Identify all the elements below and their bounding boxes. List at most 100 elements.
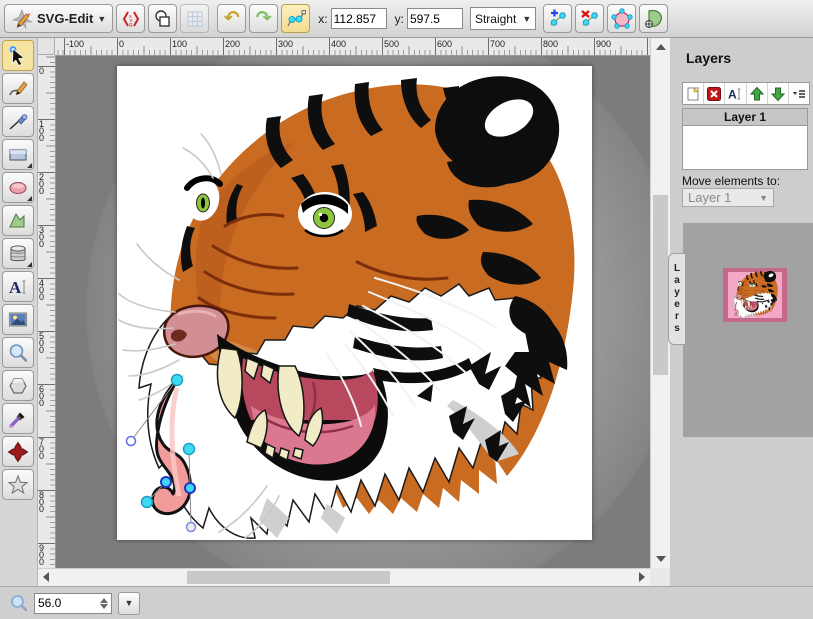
zoom-icon: [10, 594, 28, 612]
path-node[interactable]: [142, 497, 153, 508]
canvas-workspace[interactable]: [55, 55, 650, 568]
redo-button[interactable]: ↷: [249, 4, 278, 33]
layers-side-tab[interactable]: Layers: [668, 253, 685, 345]
tool-ellipse[interactable]: [2, 172, 34, 203]
add-node-button[interactable]: [543, 4, 572, 33]
zoom-dropdown-caret-icon: ▼: [125, 598, 134, 608]
delete-node-button[interactable]: [575, 4, 604, 33]
tool-palette: A: [0, 38, 38, 586]
tool-image[interactable]: [2, 304, 34, 335]
x-input[interactable]: [331, 8, 387, 29]
close-path-button[interactable]: [607, 4, 636, 33]
close-path-icon: [611, 8, 633, 30]
scroll-right-icon[interactable]: [639, 572, 645, 582]
grid-icon: [185, 9, 205, 29]
add-layer-button[interactable]: [683, 83, 704, 104]
segment-type-select[interactable]: Straight ▼: [470, 7, 536, 30]
path-control-point[interactable]: [127, 437, 136, 446]
pencil-icon: [7, 78, 29, 100]
layer-down-button[interactable]: [768, 83, 789, 104]
horizontal-scroll-thumb[interactable]: [187, 571, 390, 584]
path-node[interactable]: [161, 477, 171, 487]
image-icon: [7, 309, 29, 331]
path-node[interactable]: [185, 483, 195, 493]
main-menu-button[interactable]: SVG-Edit ▼: [4, 4, 113, 33]
move-target-value: Layer 1: [688, 190, 731, 205]
y-input[interactable]: [407, 8, 463, 29]
layer-up-icon: [749, 86, 765, 102]
segment-type-caret-icon: ▼: [522, 14, 531, 24]
tiger-artwork: [119, 76, 574, 538]
svg-canvas[interactable]: [117, 66, 592, 540]
shapes-button[interactable]: [148, 4, 177, 33]
scroll-down-icon[interactable]: [656, 556, 666, 562]
zoom-input[interactable]: 56.0: [34, 593, 112, 614]
layer-menu-button[interactable]: [789, 83, 809, 104]
layers-title: Layers: [686, 50, 813, 66]
tool-red-cross[interactable]: [2, 436, 34, 467]
undo-button[interactable]: ↶: [217, 4, 246, 33]
ellipse-icon: [7, 177, 29, 199]
tool-rect[interactable]: [2, 139, 34, 170]
layers-panel: Layers A: [670, 38, 813, 586]
source-code-button[interactable]: s v g: [116, 4, 145, 33]
layer-preview-panel: [683, 223, 813, 437]
tool-zoom[interactable]: [2, 337, 34, 368]
zoom-dropdown-button[interactable]: ▼: [118, 592, 140, 615]
red-cross-icon: [7, 441, 29, 463]
open-path-button[interactable]: [639, 4, 668, 33]
scrollbar-corner: [650, 568, 670, 586]
move-target-select[interactable]: Layer 1 ▼: [682, 188, 774, 207]
svg-text:A: A: [9, 278, 22, 297]
shapes-icon: [153, 9, 173, 29]
scroll-left-icon[interactable]: [43, 572, 49, 582]
path-node[interactable]: [184, 444, 195, 455]
top-toolbar: SVG-Edit ▼ s v g ↶ ↷ x:: [0, 0, 813, 38]
move-target-caret-icon: ▼: [759, 193, 768, 203]
layer-list-item[interactable]: Layer 1: [683, 109, 807, 126]
zoom-stepper[interactable]: [100, 598, 108, 609]
tool-shapelib[interactable]: [2, 238, 34, 269]
tool-line[interactable]: [2, 106, 34, 137]
path-control-point[interactable]: [187, 523, 196, 532]
layer-menu-icon: [791, 86, 807, 102]
delete-layer-button[interactable]: [704, 83, 725, 104]
new-layer-icon: [685, 86, 701, 102]
redo-icon: ↷: [256, 9, 272, 28]
delete-node-icon: [579, 8, 601, 30]
vertical-scroll-thumb[interactable]: [653, 195, 668, 375]
node-tool-button[interactable]: [281, 4, 310, 33]
magnifier-icon: [7, 342, 29, 364]
x-label: x:: [318, 12, 327, 26]
layer-list[interactable]: Layer 1: [682, 108, 808, 170]
horizontal-scrollbar[interactable]: [38, 568, 650, 586]
grid-button[interactable]: [180, 4, 209, 33]
tool-star[interactable]: [2, 469, 34, 500]
tool-path[interactable]: [2, 205, 34, 236]
delete-layer-icon: [706, 86, 722, 102]
logo-caret-icon: ▼: [97, 14, 106, 24]
scroll-up-icon[interactable]: [656, 44, 666, 50]
rename-layer-button[interactable]: A: [725, 83, 746, 104]
add-node-icon: [547, 8, 569, 30]
tiger-drawing: [117, 66, 592, 540]
layer-up-button[interactable]: [747, 83, 768, 104]
layer-thumbnail[interactable]: [723, 268, 787, 322]
rename-layer-icon: A: [727, 86, 743, 102]
tool-select[interactable]: [2, 40, 34, 71]
tool-pencil[interactable]: [2, 73, 34, 104]
layer-buttons: A: [682, 82, 810, 105]
tool-hexagon[interactable]: [2, 370, 34, 401]
undo-icon: ↶: [224, 9, 240, 28]
horizontal-ruler: -10001002003004005006007008009001000: [55, 38, 650, 56]
svg-text:g: g: [129, 22, 132, 28]
hexagon-icon: [7, 375, 29, 397]
select-arrow-icon: [7, 45, 29, 67]
path-node[interactable]: [172, 375, 183, 386]
text-icon: A: [7, 276, 29, 298]
vertical-scrollbar[interactable]: [650, 38, 670, 568]
line-pen-icon: [7, 111, 29, 133]
tool-eyedropper[interactable]: [2, 403, 34, 434]
zoom-value: 56.0: [38, 596, 61, 610]
tool-text[interactable]: A: [2, 271, 34, 302]
